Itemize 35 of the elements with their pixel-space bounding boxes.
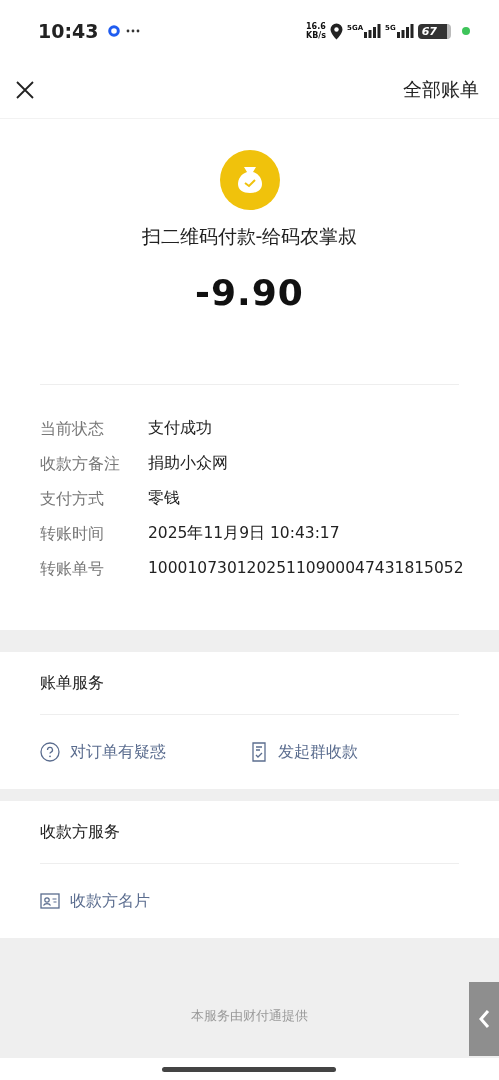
side-drawer-handle[interactable] bbox=[469, 982, 499, 1056]
section-title: 收款方服务 bbox=[40, 801, 459, 864]
receipt-icon bbox=[249, 742, 268, 762]
section-title: 账单服务 bbox=[40, 652, 459, 715]
service-link[interactable]: 收款方名片 bbox=[40, 890, 262, 912]
service-link[interactable]: 发起群收款 bbox=[249, 741, 459, 763]
all-bills-link[interactable]: 全部账单 bbox=[403, 77, 479, 103]
service-link[interactable]: 对订单有疑惑 bbox=[40, 741, 250, 763]
detail-value: 支付成功 bbox=[148, 418, 213, 439]
battery-level: 67 bbox=[417, 23, 451, 39]
detail-label: 支付方式 bbox=[40, 488, 105, 509]
more-notifications-icon bbox=[126, 29, 141, 33]
help-icon bbox=[40, 742, 60, 762]
location-icon bbox=[330, 22, 343, 40]
money-bag-icon bbox=[219, 150, 280, 210]
signal-icon bbox=[364, 24, 382, 38]
status-dot-icon bbox=[461, 26, 471, 36]
status-time: 10:43 bbox=[38, 20, 99, 42]
provider-note: 本服务由财付通提供 bbox=[191, 1007, 308, 1025]
detail-label: 当前状态 bbox=[40, 418, 105, 439]
detail-label: 转账单号 bbox=[40, 558, 105, 579]
speed-unit: KB/s bbox=[306, 31, 326, 40]
detail-value: 捐助小众网 bbox=[148, 453, 229, 474]
close-button[interactable] bbox=[14, 79, 36, 101]
app-notification-icon bbox=[108, 25, 121, 37]
detail-label: 收款方备注 bbox=[40, 453, 121, 474]
payment-amount: -9.90 bbox=[195, 272, 304, 313]
signal-icon bbox=[396, 24, 414, 38]
detail-label: 转账时间 bbox=[40, 523, 105, 544]
contact-card-icon bbox=[40, 893, 60, 909]
detail-value: 10001073012025110900047431815052 bbox=[148, 558, 464, 579]
detail-value: 2025年11月9日 10:43:17 bbox=[148, 523, 341, 544]
network-speed: 16.6 bbox=[306, 22, 326, 31]
detail-value: 零钱 bbox=[148, 488, 181, 509]
payment-title: 扫二维码付款-给码农掌叔 bbox=[141, 224, 358, 249]
